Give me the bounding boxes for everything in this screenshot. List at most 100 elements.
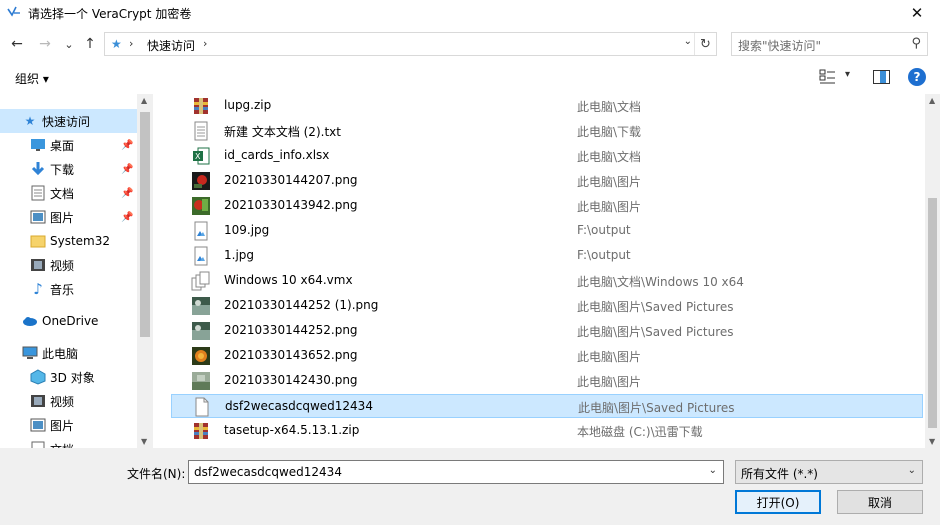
forward-button[interactable]: → [36,35,54,53]
file-name: 20210330143942.png [224,198,358,212]
document-icon [30,185,46,201]
sidebar-item-quick-access[interactable]: ★ 快速访问 [0,109,137,133]
change-view-icon[interactable] [819,69,837,85]
navigation-pane: ★ 快速访问 桌面 📌 下载 📌 文档 📌 图片 📌 System32 视频 ♪… [0,94,153,448]
help-icon[interactable]: ? [908,68,926,86]
organize-menu[interactable]: 组织 ▾ [15,70,49,87]
sidebar-item-system32[interactable]: System32 [0,229,137,253]
file-row[interactable]: 20210330143652.png 此电脑\图片 [171,344,923,368]
file-row-selected[interactable]: dsf2wecasdcqwed12434 此电脑\图片\Saved Pictur… [171,394,923,418]
sidebar-item-label: 下载 [50,162,75,177]
file-row[interactable]: lupg.zip 此电脑\文档 [171,94,923,118]
star-icon: ★ [24,114,36,128]
open-button[interactable]: 打开(O) [735,490,821,514]
filename-label: 文件名(N): [127,467,186,481]
file-name: 20210330144207.png [224,173,358,187]
file-row[interactable]: 1.jpg F:\output [171,244,923,268]
sidebar-item-onedrive[interactable]: OneDrive [0,309,137,333]
filename-input[interactable]: dsf2wecasdcqwed12434 ⌄ [188,460,724,484]
image-thumb-icon [192,322,210,340]
dialog-footer: 文件名(N): dsf2wecasdcqwed12434 ⌄ 所有文件 (*.*… [0,448,940,525]
close-button[interactable]: ✕ [894,0,940,26]
view-dropdown-icon[interactable]: ▾ [845,69,850,80]
file-row[interactable]: 20210330144252.png 此电脑\图片\Saved Pictures [171,319,923,343]
scroll-up-icon[interactable]: ▲ [141,96,147,105]
file-row[interactable]: 20210330142430.png 此电脑\图片 [171,369,923,393]
address-dropdown-icon[interactable]: ⌄ [684,36,692,47]
file-name: 109.jpg [224,223,270,237]
desktop-icon [30,137,46,153]
chevron-down-icon[interactable]: ⌄ [709,465,717,476]
sidebar-item-desktop[interactable]: 桌面 📌 [0,133,137,157]
navigation-scrollbar[interactable]: ▲ ▼ [137,94,153,448]
computer-icon [22,345,38,361]
sidebar-item-label: System32 [50,234,111,248]
sidebar-item-label: 桌面 [50,138,75,153]
scrollbar-thumb[interactable] [928,198,937,428]
file-list-scrollbar[interactable]: ▲ ▼ [925,94,940,448]
search-icon[interactable]: ⚲ [911,36,921,51]
file-name: 20210330143652.png [224,348,358,362]
blank-file-icon [195,397,209,417]
toolbar: 组织 ▾ ▾ ? [0,62,940,94]
sidebar-item-music[interactable]: ♪ 音乐 [0,277,137,301]
preview-pane-icon[interactable] [873,70,890,84]
breadcrumb-quick-access[interactable]: 快速访问 [147,37,195,54]
file-location: 此电脑\图片 [577,350,642,364]
address-bar[interactable]: ★ › 快速访问 › ⌄ ↻ [104,32,717,56]
scroll-down-icon[interactable]: ▼ [929,437,935,446]
file-name: 20210330142430.png [224,373,358,387]
file-location: 本地磁盘 (C:)\迅雷下载 [577,425,703,439]
image-thumb-icon [192,197,210,215]
sidebar-item-pictures-pc[interactable]: 图片 [0,413,137,437]
file-location: 此电脑\图片 [577,200,642,214]
sidebar-item-pictures[interactable]: 图片 📌 [0,205,137,229]
cancel-button[interactable]: 取消 [837,490,923,514]
sidebar-item-videos-pc[interactable]: 视频 [0,389,137,413]
file-name: 20210330144252.png [224,323,358,337]
sidebar-item-documents[interactable]: 文档 📌 [0,181,137,205]
chevron-down-icon[interactable]: ⌄ [908,465,916,476]
sidebar-item-label: 快速访问 [42,114,91,129]
breadcrumb-separator[interactable]: › [129,37,133,50]
sidebar-item-3d-objects[interactable]: 3D 对象 [0,365,137,389]
pin-icon[interactable]: 📌 [121,164,133,175]
text-file-icon [194,121,208,141]
pin-icon[interactable]: 📌 [121,212,133,223]
sidebar-item-videos[interactable]: 视频 [0,253,137,277]
sidebar-item-downloads[interactable]: 下载 📌 [0,157,137,181]
file-row[interactable]: 109.jpg F:\output [171,219,923,243]
arrow-right-icon: → [39,36,51,52]
file-row[interactable]: Windows 10 x64.vmx 此电脑\文档\Windows 10 x64 [171,269,923,293]
pin-icon[interactable]: 📌 [121,188,133,199]
scrollbar-thumb[interactable] [140,112,150,337]
file-row[interactable]: 新建 文本文档 (2).txt 此电脑\下载 [171,119,923,143]
scroll-down-icon[interactable]: ▼ [141,437,147,446]
breadcrumb-separator[interactable]: › [203,37,207,50]
sidebar-item-label: 视频 [50,258,75,273]
search-input[interactable]: 搜索"快速访问" ⚲ [731,32,928,56]
sidebar-item-this-pc[interactable]: 此电脑 [0,341,137,365]
file-row[interactable]: tasetup-x64.5.13.1.zip 本地磁盘 (C:)\迅雷下载 [171,419,923,443]
refresh-button[interactable]: ↻ [694,33,716,55]
cube-icon [30,369,46,385]
file-type-select[interactable]: 所有文件 (*.*) ⌄ [735,460,923,484]
file-row[interactable]: 20210330144252 (1).png 此电脑\图片\Saved Pict… [171,294,923,318]
recent-locations-button[interactable]: ⌄ [60,35,78,53]
file-row[interactable]: 20210330144207.png 此电脑\图片 [171,169,923,193]
sidebar-item-label: 3D 对象 [50,370,95,385]
file-name: 新建 文本文档 (2).txt [224,125,341,139]
sidebar-item-documents-pc[interactable]: 文档 [0,437,137,448]
file-row[interactable]: 20210330143942.png 此电脑\图片 [171,194,923,218]
back-button[interactable]: ← [8,35,26,53]
picture-icon [30,209,46,225]
pin-icon[interactable]: 📌 [121,140,133,151]
excel-icon: X [193,147,210,165]
file-location: F:\output [577,223,631,237]
image-thumb-icon [192,297,210,315]
up-button[interactable]: ↑ [81,35,99,53]
image-file-icon [194,246,208,266]
scroll-up-icon[interactable]: ▲ [929,96,935,105]
file-row[interactable]: X id_cards_info.xlsx 此电脑\文档 [171,144,923,168]
file-name: tasetup-x64.5.13.1.zip [224,423,360,437]
